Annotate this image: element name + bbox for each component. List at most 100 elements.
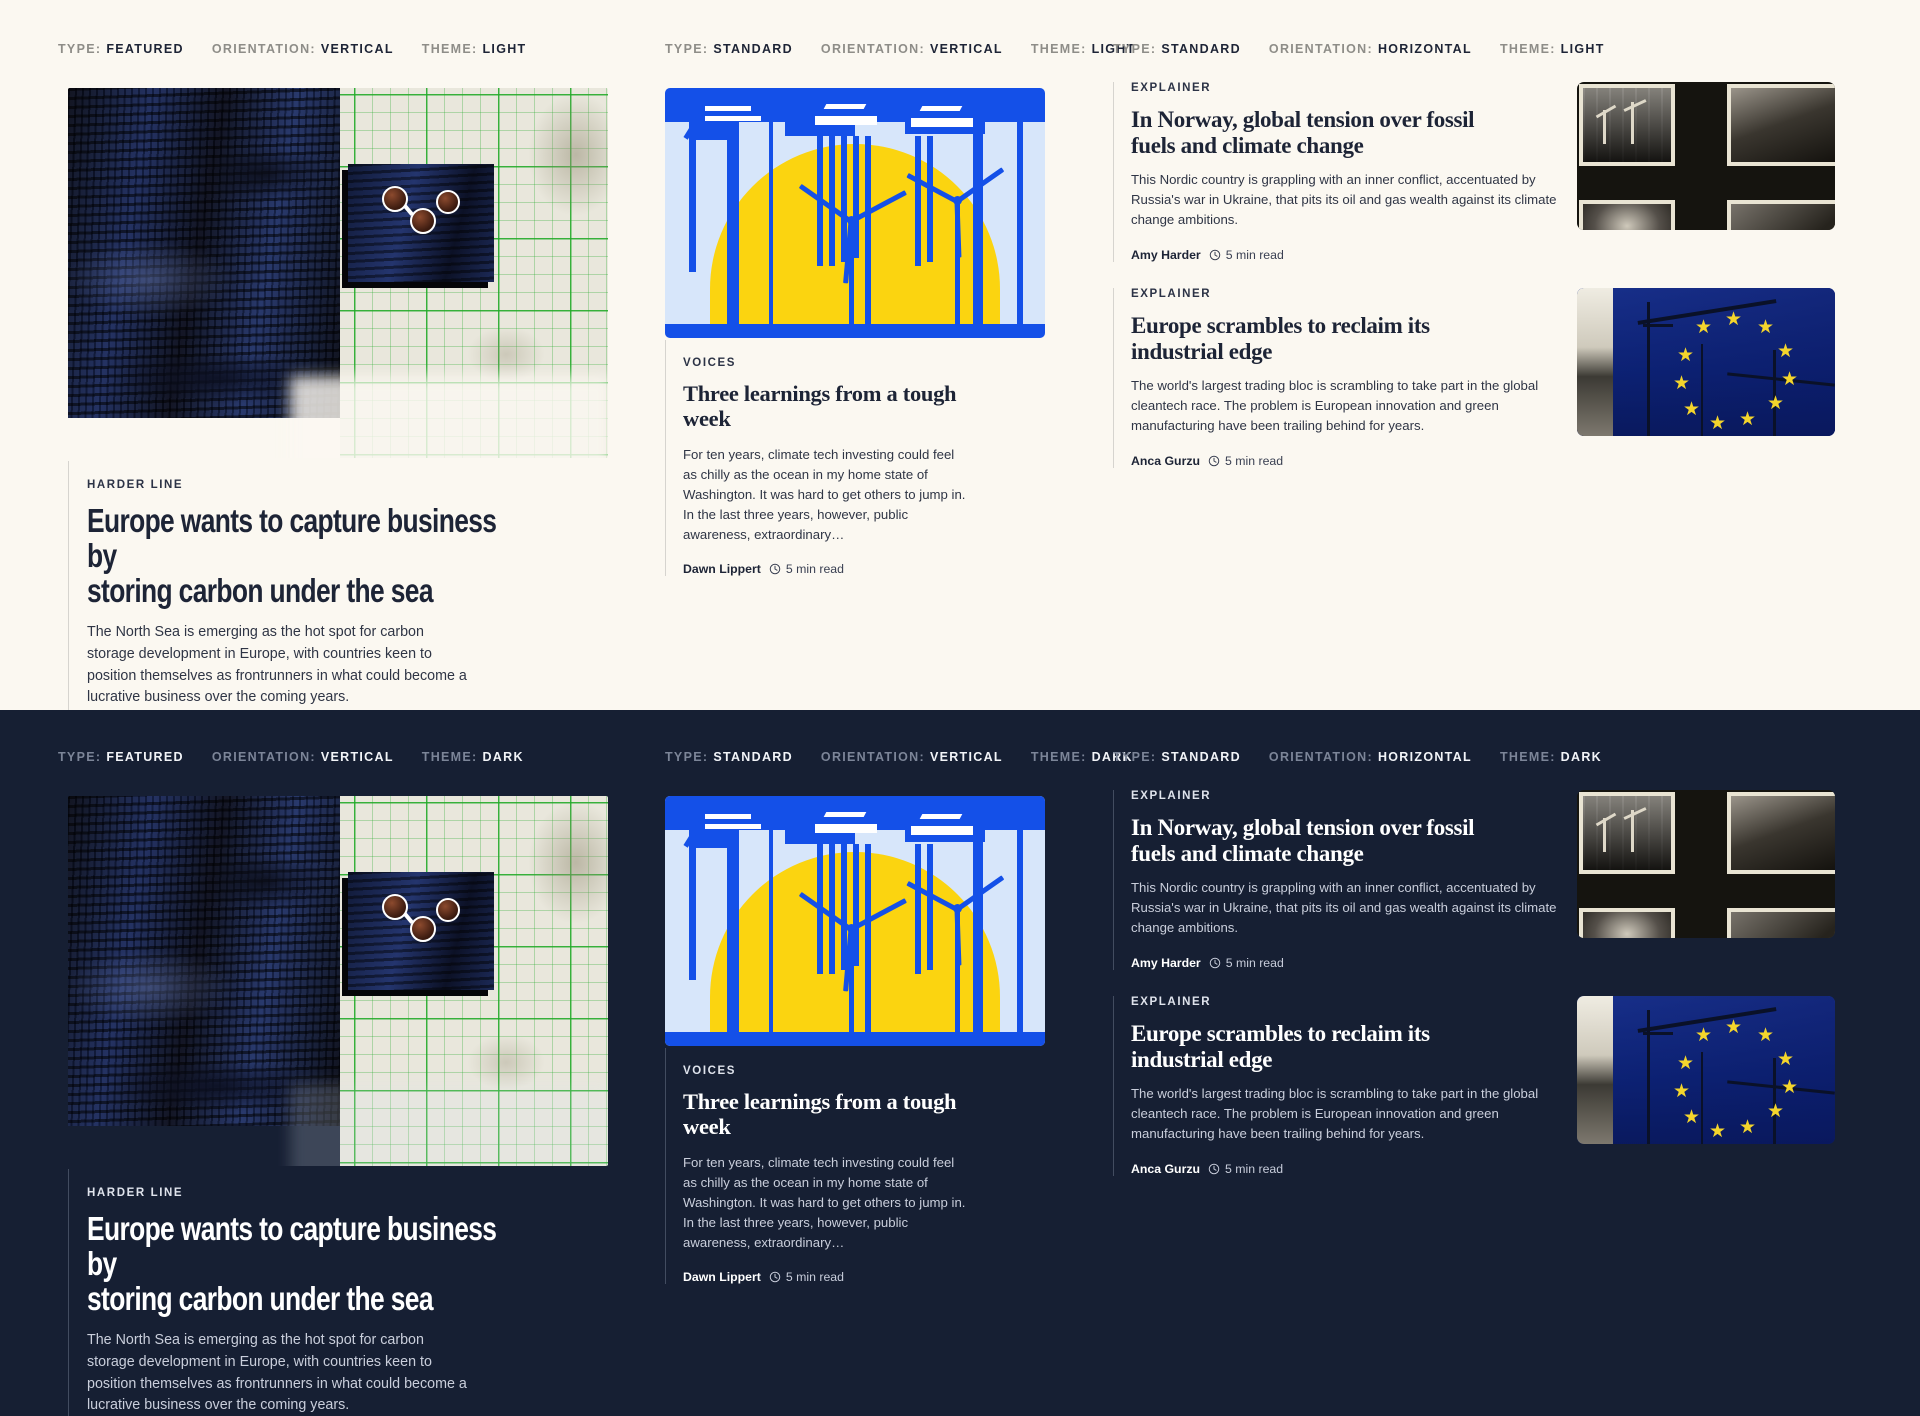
clock-icon	[769, 564, 781, 575]
featured-headline[interactable]: Europe wants to capture business by stor…	[87, 1210, 508, 1317]
turbine-mast	[955, 910, 960, 1046]
meta-orientation-value: VERTICAL	[320, 750, 394, 764]
europe-read-time-label: 5 min read	[1225, 1161, 1284, 1176]
paper-sheet-overlay	[290, 376, 608, 458]
meta-type-value: STANDARD	[1161, 750, 1241, 764]
europe-kicker: EXPLAINER	[1131, 288, 1212, 300]
meta-theme: THEME: LIGHT	[422, 42, 527, 56]
meta-orientation-value: VERTICAL	[929, 42, 1003, 56]
crane-counterweight	[1643, 324, 1673, 327]
clock-icon	[1209, 249, 1220, 260]
co2-molecule-inset	[348, 872, 494, 990]
voices-text-block: VOICES Three learnings from a tough week…	[665, 340, 966, 577]
voices-byline: Dawn Lippert 5 min read	[683, 562, 965, 576]
eu-star: ★	[1673, 1081, 1691, 1102]
featured-headline-line1: Europe wants to capture business by	[87, 1210, 497, 1282]
norway-article-card-light[interactable]: EXPLAINER In Norway, global tension over…	[1113, 82, 1873, 262]
eu-star: ★	[1677, 345, 1695, 366]
meta-type-value: STANDARD	[713, 750, 793, 764]
eu-star: ★	[1677, 1053, 1695, 1074]
europe-article-card-dark[interactable]: EXPLAINER Europe scrambles to reclaim it…	[1113, 996, 1873, 1176]
blue-vertical-line	[689, 830, 696, 980]
featured-dek: The North Sea is emerging as the hot spo…	[87, 1331, 467, 1414]
featured-headline[interactable]: Europe wants to capture business by stor…	[87, 502, 508, 609]
featured-headline-line1: Europe wants to capture business by	[87, 502, 497, 574]
eu-star: ★	[1777, 341, 1795, 362]
norway-article-card-dark[interactable]: EXPLAINER In Norway, global tension over…	[1113, 790, 1873, 970]
voices-author[interactable]: Dawn Lippert	[683, 562, 761, 576]
norway-text-block: EXPLAINER In Norway, global tension over…	[1113, 82, 1556, 262]
paper-sheet-overlay	[290, 1084, 608, 1166]
blue-vertical-line	[927, 136, 933, 262]
clock-icon	[769, 1272, 781, 1283]
photo-tile-turbines	[1579, 84, 1675, 166]
europe-author[interactable]: Anca Gurzu	[1131, 454, 1200, 468]
eu-star: ★	[1709, 413, 1727, 434]
eu-star: ★	[1757, 317, 1775, 338]
featured-text-block: HARDER LINE Europe wants to capture busi…	[68, 1169, 508, 1416]
blue-vertical-line	[915, 844, 921, 974]
blue-vertical-line	[865, 844, 871, 1044]
meta-type: TYPE: FEATURED	[58, 750, 184, 764]
europe-dek: The world's largest trading bloc is scra…	[1131, 1085, 1539, 1142]
turbine-mast	[849, 222, 854, 338]
featured-text-block: HARDER LINE Europe wants to capture busi…	[68, 461, 508, 741]
meta-row-horizontal-light: TYPE: STANDARD ORIENTATION: HORIZONTAL T…	[1113, 42, 1605, 56]
norway-headline[interactable]: In Norway, global tension over fossil fu…	[1131, 107, 1553, 159]
meta-theme-value: DARK	[482, 750, 524, 764]
norway-thumbnail[interactable]	[1577, 82, 1835, 230]
voices-article-card-dark[interactable]: VOICES Three learnings from a tough week…	[665, 796, 1045, 1285]
meta-orientation-key: ORIENTATION:	[1268, 750, 1373, 764]
voices-article-card-light[interactable]: VOICES Three learnings from a tough week…	[665, 88, 1045, 577]
europe-headline-line2: industrial edge	[1131, 338, 1273, 364]
voices-headline[interactable]: Three learnings from a tough week	[683, 1089, 965, 1140]
europe-headline[interactable]: Europe scrambles to reclaim its industri…	[1131, 1021, 1553, 1073]
featured-article-card-light[interactable]: HARDER LINE Europe wants to capture busi…	[68, 88, 608, 741]
europe-thumbnail[interactable]: ★ ★ ★ ★ ★ ★ ★ ★ ★ ★ ★	[1577, 288, 1835, 436]
featured-headline-line2: storing carbon under the sea	[87, 1279, 434, 1317]
blue-block	[785, 796, 855, 844]
meta-type: TYPE: STANDARD	[665, 42, 793, 56]
europe-read-time: 5 min read	[1208, 1162, 1283, 1176]
white-accent	[705, 814, 751, 819]
europe-thumbnail[interactable]: ★ ★ ★ ★ ★ ★ ★ ★ ★ ★ ★	[1577, 996, 1835, 1144]
meta-orientation: ORIENTATION: VERTICAL	[212, 42, 394, 56]
europe-author[interactable]: Anca Gurzu	[1131, 1162, 1200, 1176]
eu-star: ★	[1673, 373, 1691, 394]
europe-read-time: 5 min read	[1208, 454, 1283, 468]
white-accent	[823, 812, 867, 817]
meta-type-value: FEATURED	[106, 750, 184, 764]
meta-theme-value: LIGHT	[482, 42, 527, 56]
meta-type-key: TYPE:	[58, 42, 102, 56]
clock-icon	[1208, 455, 1220, 466]
voices-read-time-label: 5 min read	[785, 562, 844, 577]
meta-orientation-value: HORIZONTAL	[1377, 750, 1472, 764]
navy-brushstroke-texture	[68, 796, 340, 1126]
white-accent	[815, 824, 877, 833]
norway-author[interactable]: Amy Harder	[1131, 248, 1201, 262]
norway-read-time-label: 5 min read	[1225, 955, 1284, 970]
meta-orientation-key: ORIENTATION:	[820, 42, 925, 56]
norway-thumbnail[interactable]	[1577, 790, 1835, 938]
europe-headline[interactable]: Europe scrambles to reclaim its industri…	[1131, 313, 1553, 365]
featured-article-card-dark[interactable]: HARDER LINE Europe wants to capture busi…	[68, 796, 608, 1416]
meta-type-key: TYPE:	[58, 750, 102, 764]
europe-byline: Anca Gurzu 5 min read	[1131, 1162, 1553, 1176]
blue-block	[785, 88, 855, 136]
meta-theme-key: THEME:	[1499, 750, 1556, 764]
europe-article-card-light[interactable]: EXPLAINER Europe scrambles to reclaim it…	[1113, 288, 1873, 468]
voices-dek: For ten years, climate tech investing co…	[683, 446, 966, 543]
norway-text-block: EXPLAINER In Norway, global tension over…	[1113, 790, 1556, 970]
voices-author[interactable]: Dawn Lippert	[683, 1270, 761, 1284]
norway-headline-line2: fuels and climate change	[1131, 132, 1364, 158]
photo-tile-portrait	[1579, 200, 1675, 230]
norway-headline-line2: fuels and climate change	[1131, 840, 1364, 866]
dark-theme-section: TYPE: FEATURED ORIENTATION: VERTICAL THE…	[0, 710, 1920, 1416]
norway-author[interactable]: Amy Harder	[1131, 956, 1201, 970]
blue-vertical-line	[1017, 830, 1023, 1046]
norway-headline[interactable]: In Norway, global tension over fossil fu…	[1131, 815, 1553, 867]
white-accent	[705, 106, 751, 111]
voices-headline[interactable]: Three learnings from a tough week	[683, 381, 965, 432]
eu-star: ★	[1725, 1017, 1743, 1038]
eu-star: ★	[1683, 399, 1701, 420]
